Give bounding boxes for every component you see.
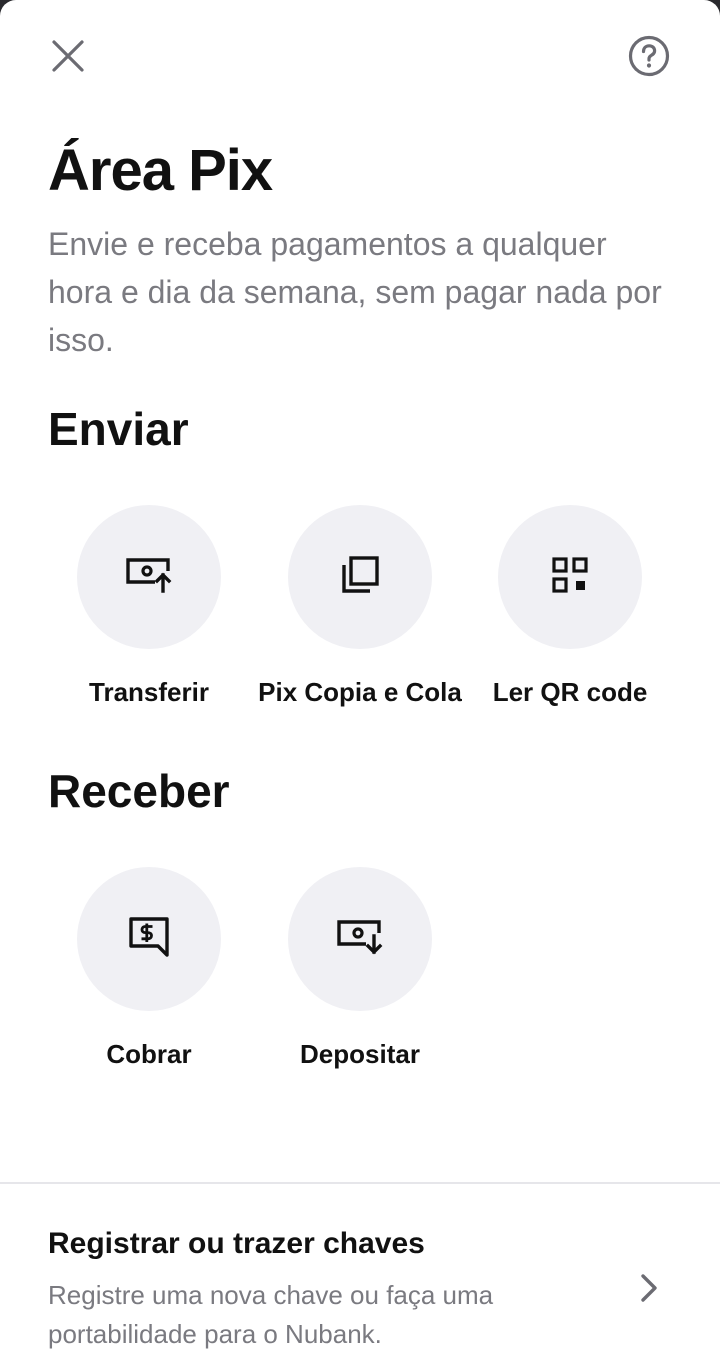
transferir-circle bbox=[77, 505, 221, 649]
section-title-receber: Receber bbox=[48, 765, 230, 817]
register-keys-description: Registre uma nova chave ou faça uma port… bbox=[48, 1280, 494, 1349]
question-circle-icon bbox=[627, 34, 671, 83]
transferir-button[interactable]: Transferir bbox=[44, 505, 254, 707]
pix-area-sheet: Área Pix Envie e receba pagamentos a qua… bbox=[0, 0, 720, 1370]
ler-qr-code-circle bbox=[498, 505, 642, 649]
qr-code-icon bbox=[550, 555, 590, 600]
chevron-right-icon bbox=[628, 1268, 668, 1308]
cobrar-label: Cobrar bbox=[106, 1039, 192, 1069]
register-keys-row[interactable]: Registrar ou trazer chaves Registre uma … bbox=[0, 1184, 720, 1370]
top-bar bbox=[0, 0, 720, 110]
copy-icon bbox=[340, 555, 380, 600]
depositar-button[interactable]: Depositar bbox=[255, 867, 465, 1069]
depositar-circle bbox=[288, 867, 432, 1011]
close-icon bbox=[50, 38, 86, 79]
help-button[interactable] bbox=[625, 34, 673, 82]
page-subtitle: Envie e receba pagamentos a qualquer hor… bbox=[48, 226, 662, 358]
charge-icon bbox=[127, 915, 171, 964]
depositar-label: Depositar bbox=[300, 1039, 420, 1069]
pix-copia-e-cola-circle bbox=[288, 505, 432, 649]
cobrar-circle bbox=[77, 867, 221, 1011]
money-receive-icon bbox=[336, 917, 384, 962]
transferir-label: Transferir bbox=[89, 677, 209, 707]
page-title: Área Pix bbox=[48, 138, 273, 203]
section-title-enviar: Enviar bbox=[48, 403, 189, 455]
pix-copia-e-cola-label: Pix Copia e Cola bbox=[258, 677, 462, 707]
cobrar-button[interactable]: Cobrar bbox=[44, 867, 254, 1069]
register-keys-title: Registrar ou trazer chaves bbox=[48, 1227, 425, 1260]
ler-qr-code-button[interactable]: Ler QR code bbox=[465, 505, 675, 707]
pix-copia-e-cola-button[interactable]: Pix Copia e Cola bbox=[255, 505, 465, 707]
money-send-icon bbox=[125, 555, 173, 600]
ler-qr-code-label: Ler QR code bbox=[492, 677, 648, 707]
close-button[interactable] bbox=[44, 34, 92, 82]
